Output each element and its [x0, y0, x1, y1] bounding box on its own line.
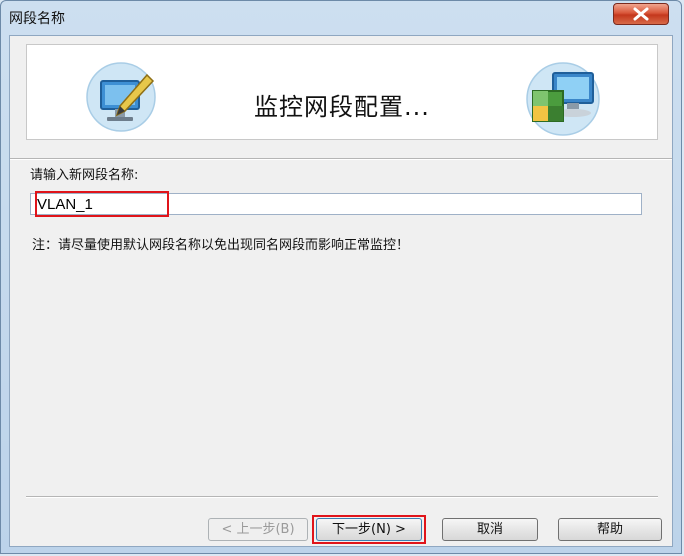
footer-separator	[26, 496, 658, 498]
close-icon	[633, 7, 649, 21]
dialog-window: 网段名称 监控网段配置... 请输入新网段名称: VLAN_1 注：请尽量使用默…	[0, 0, 682, 554]
close-button[interactable]	[613, 3, 669, 25]
segment-name-input[interactable]	[30, 193, 642, 215]
back-button[interactable]: < 上一步(B)	[208, 518, 308, 541]
help-button[interactable]: 帮助	[558, 518, 662, 541]
header-separator	[10, 158, 672, 160]
cancel-button[interactable]: 取消	[442, 518, 538, 541]
dialog-client-area: 监控网段配置... 请输入新网段名称: 注：请尽量使用默认网段名称以免出现同名网…	[9, 35, 673, 547]
network-computers-icon	[526, 62, 600, 136]
naming-note: 注：请尽量使用默认网段名称以免出现同名网段而影响正常监控！	[32, 238, 410, 253]
next-button[interactable]: 下一步(N) >	[316, 518, 422, 541]
title-bar[interactable]: 网段名称	[1, 1, 681, 35]
segment-name-label: 请输入新网段名称:	[30, 168, 139, 183]
header-banner: 监控网段配置...	[26, 44, 658, 140]
window-title: 网段名称	[9, 11, 65, 27]
